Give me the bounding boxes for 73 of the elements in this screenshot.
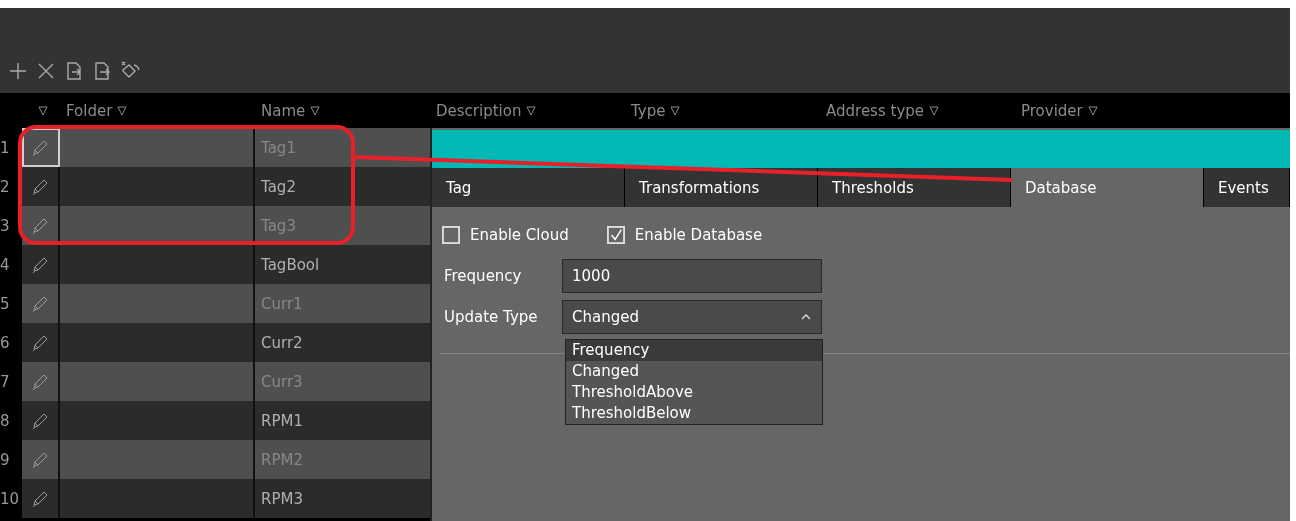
row-number: 8	[0, 411, 10, 430]
table-cell: TagBool	[255, 245, 430, 284]
pencil-icon[interactable]	[31, 138, 49, 157]
table-cell: RPM1	[255, 401, 430, 440]
pencil-icon[interactable]	[31, 333, 49, 352]
filter-icon[interactable]	[670, 105, 681, 116]
tab[interactable]: Tag	[432, 168, 625, 207]
checkbox-label: Enable Cloud	[470, 226, 569, 244]
table-cell: Curr2	[255, 323, 430, 362]
row-number: 10	[0, 489, 20, 508]
tab[interactable]: Thresholds	[818, 168, 1011, 207]
add-icon[interactable]	[8, 61, 28, 81]
checkbox[interactable]	[606, 226, 625, 244]
dropdown-option[interactable]: ThresholdAbove	[566, 382, 822, 403]
edit-cell[interactable]	[22, 401, 60, 440]
column-header[interactable]: Description	[436, 101, 522, 120]
filter-icon[interactable]	[38, 105, 48, 116]
input-field[interactable]: 1000	[562, 259, 822, 293]
table-cell: Curr1	[255, 284, 430, 323]
column-header[interactable]: Folder	[66, 101, 113, 120]
tab[interactable]: Transformations	[625, 168, 818, 207]
tab[interactable]: Database	[1011, 168, 1204, 207]
edit-cell[interactable]	[22, 167, 60, 206]
column-header[interactable]: Provider	[1021, 101, 1083, 120]
row-number: 4	[0, 255, 10, 274]
column-header[interactable]: Name	[261, 101, 306, 120]
file-import-icon[interactable]	[64, 61, 84, 81]
table-cell: Tag1	[255, 128, 430, 167]
row-number: 3	[0, 216, 10, 235]
column-header[interactable]: Type	[631, 101, 666, 120]
pencil-icon[interactable]	[31, 372, 49, 391]
row-number: 5	[0, 294, 10, 313]
edit-cell[interactable]	[22, 128, 60, 167]
table-cell: RPM2	[255, 440, 430, 479]
edit-cell[interactable]	[22, 362, 60, 401]
table-cell: RPM3	[255, 479, 430, 518]
filter-icon[interactable]	[310, 105, 321, 116]
tab[interactable]: Events	[1204, 168, 1290, 207]
filter-icon[interactable]	[929, 105, 939, 116]
pencil-icon[interactable]	[31, 450, 49, 469]
pencil-icon[interactable]	[31, 411, 49, 430]
row-number: 2	[0, 177, 10, 196]
pencil-icon[interactable]	[31, 294, 49, 313]
file-export-icon[interactable]	[92, 61, 112, 81]
table-cell: Tag2	[255, 167, 430, 206]
pencil-icon[interactable]	[31, 177, 49, 196]
dropdown-option[interactable]: ThresholdBelow	[566, 403, 822, 424]
edit-cell[interactable]	[22, 440, 60, 479]
filter-icon[interactable]	[117, 105, 128, 116]
checkbox[interactable]	[442, 226, 460, 244]
row-number: 6	[0, 333, 10, 352]
field-label: Frequency	[444, 267, 523, 285]
pencil-icon[interactable]	[31, 489, 49, 508]
table-cell: Tag3	[255, 206, 430, 245]
pencil-icon[interactable]	[31, 255, 49, 274]
dropdown-option[interactable]: Changed	[566, 361, 822, 382]
row-number: 7	[0, 372, 10, 391]
pencil-icon[interactable]	[31, 216, 49, 235]
row-number: 1	[0, 138, 10, 157]
dropdown[interactable]: Changed	[562, 300, 822, 334]
row-number: 9	[0, 450, 10, 469]
edit-cell[interactable]	[22, 284, 60, 323]
edit-cell[interactable]	[22, 479, 60, 518]
edit-cell[interactable]	[22, 245, 60, 284]
checkbox-label: Enable Database	[634, 226, 763, 244]
table-cell: Curr3	[255, 362, 430, 401]
dropdown-option[interactable]: Frequency	[566, 340, 822, 361]
edit-cell[interactable]	[22, 323, 60, 362]
filter-icon[interactable]	[1087, 105, 1098, 116]
column-header[interactable]: Address type	[826, 101, 924, 120]
filter-icon[interactable]	[526, 105, 537, 116]
field-label: Update Type	[444, 308, 539, 326]
close-icon[interactable]	[36, 61, 56, 81]
